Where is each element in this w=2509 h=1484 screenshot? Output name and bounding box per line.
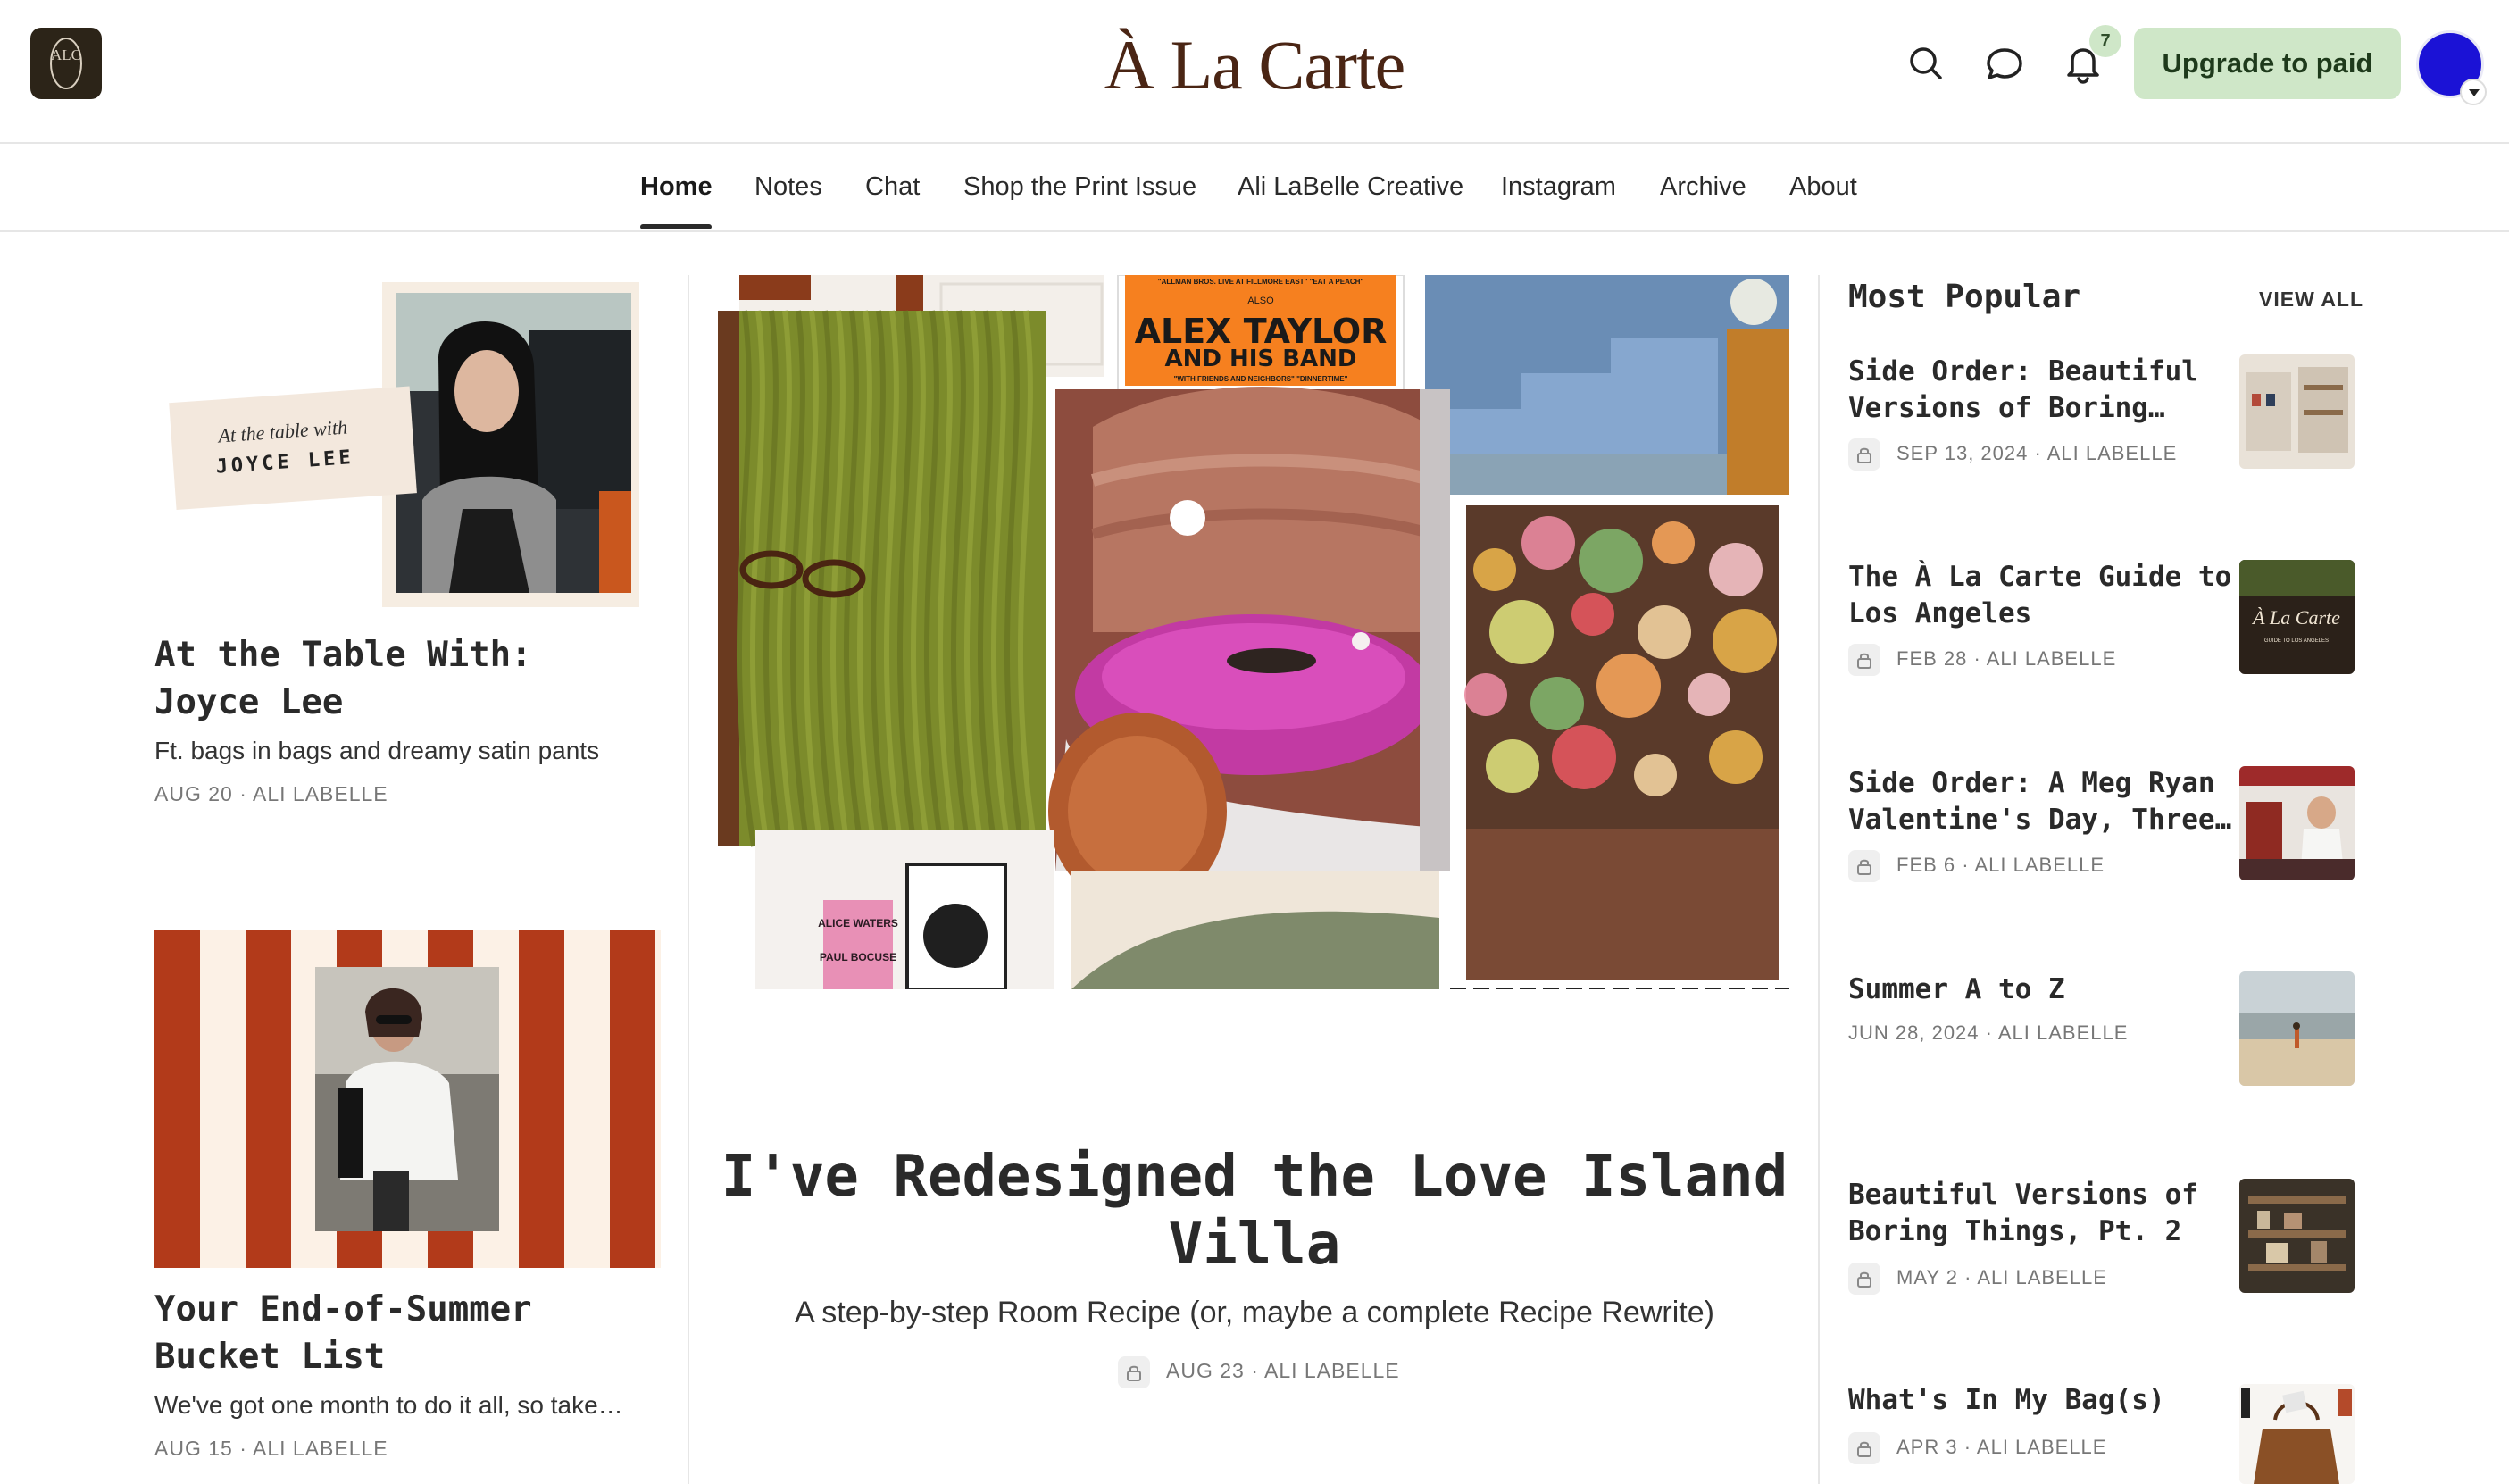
popular-post-meta-text: APR 3 · ALI LABELLE	[1896, 1436, 2107, 1458]
featured-post-subtitle: A step-by-step Room Recipe (or, maybe a …	[795, 1296, 1714, 1330]
search-icon[interactable]	[1900, 38, 1952, 89]
balloon	[1634, 754, 1677, 796]
nav-item-home[interactable]: Home	[640, 144, 713, 230]
popular-post-meta: FEB 6 · ALI LABELLE	[1848, 849, 2105, 883]
balloon	[1530, 677, 1584, 730]
popular-post-title[interactable]: What's In My Bag(s)	[1848, 1382, 2241, 1420]
view-all-link[interactable]: VIEW ALL	[2259, 288, 2363, 312]
most-popular-heading: Most Popular	[1848, 279, 2081, 315]
balloon	[1552, 725, 1616, 789]
svg-text:ALC: ALC	[51, 46, 81, 63]
balloon	[1596, 654, 1661, 718]
balloon	[1473, 548, 1516, 591]
popular-post-thumbnail[interactable]	[2239, 971, 2355, 1086]
balloon	[1652, 521, 1695, 564]
balloon	[1464, 673, 1507, 716]
balloon	[1713, 609, 1777, 673]
balloon	[1521, 516, 1575, 570]
popular-post-thumbnail[interactable]	[2239, 766, 2355, 880]
lock-icon	[1848, 438, 1880, 471]
lock-icon	[1848, 1432, 1880, 1465]
stripe	[610, 930, 655, 1268]
balloon	[1688, 673, 1730, 716]
popular-post-thumbnail[interactable]	[2239, 1179, 2355, 1293]
svg-text:PAUL BOCUSE: PAUL BOCUSE	[820, 951, 896, 963]
svg-text:"ALLMAN BROS. LIVE AT FILLMORE: "ALLMAN BROS. LIVE AT FILLMORE EAST" "EA…	[1158, 278, 1364, 286]
lock-icon	[1118, 1356, 1150, 1388]
popular-post-title[interactable]: The À La Carte Guide to Los Angeles	[1848, 559, 2241, 632]
balloon	[1709, 543, 1763, 596]
svg-text:ALICE WATERS: ALICE WATERS	[818, 917, 898, 930]
popular-post-meta: FEB 28 · ALI LABELLE	[1848, 643, 2117, 677]
popular-post-meta-text: FEB 28 · ALI LABELLE	[1896, 647, 2117, 670]
active-tab-indicator	[640, 224, 712, 229]
nav-item-chat[interactable]: Chat	[865, 144, 920, 230]
balloon	[1709, 730, 1763, 784]
post-title[interactable]: At the Table With: Joyce Lee	[154, 631, 654, 726]
svg-text:ALSO: ALSO	[1247, 296, 1274, 306]
nav-item-instagram[interactable]: Instagram	[1501, 144, 1616, 230]
nav-item-shop-print-issue[interactable]: Shop the Print Issue	[963, 144, 1196, 230]
column-divider	[688, 275, 689, 1484]
balloon	[1486, 739, 1539, 793]
post-meta: AUG 15 · ALI LABELLE	[154, 1437, 388, 1460]
popular-post-title[interactable]: Beautiful Versions of Boring Things, Pt.…	[1848, 1177, 2241, 1250]
balloon	[1489, 600, 1554, 664]
featured-post-image[interactable]: "ALLMAN BROS. LIVE AT FILLMORE EAST" "EA…	[718, 274, 1789, 991]
svg-text:À La Carte: À La Carte	[2251, 606, 2340, 629]
stripe	[246, 930, 291, 1268]
lock-icon	[1848, 1263, 1880, 1296]
post-subtitle: We've got one month to do it all, so tak…	[154, 1391, 623, 1419]
top-bar: ALC À La Carte 7 Upgrade to paid	[0, 0, 2509, 144]
nav-item-ali-labelle-creative[interactable]: Ali LaBelle Creative	[1238, 144, 1463, 230]
stripe	[519, 930, 564, 1268]
notification-badge: 7	[2089, 25, 2121, 57]
publication-logo[interactable]: ALC	[30, 28, 102, 99]
stripe	[154, 930, 200, 1268]
popular-post-title[interactable]: Summer A to Z	[1848, 971, 2241, 1009]
popular-post-title[interactable]: Side Order: A Meg Ryan Valentine's Day, …	[1848, 765, 2241, 838]
popular-post-meta-text: JUN 28, 2024 · ALI LABELLE	[1848, 1021, 2129, 1044]
popular-post-thumbnail[interactable]	[2239, 354, 2355, 469]
featured-post-title[interactable]: I've Redesigned the Love Island Villa	[714, 1143, 1795, 1279]
svg-text:GUIDE TO LOS ANGELES: GUIDE TO LOS ANGELES	[2264, 638, 2329, 644]
popular-post-thumbnail[interactable]	[2239, 1384, 2355, 1484]
logo-mark-icon: ALC	[50, 38, 82, 89]
svg-text:AND HIS BAND: AND HIS BAND	[1164, 346, 1356, 372]
popular-post-meta-text: SEP 13, 2024 · ALI LABELLE	[1896, 442, 2178, 464]
popular-post-meta: MAY 2 · ALI LABELLE	[1848, 1262, 2107, 1296]
site-title[interactable]: À La Carte	[1031, 25, 1478, 105]
popular-post-thumbnail[interactable]: À La Carte GUIDE TO LOS ANGELES	[2239, 560, 2355, 674]
popular-post-meta-text: MAY 2 · ALI LABELLE	[1896, 1266, 2107, 1288]
balloon	[1571, 593, 1614, 636]
upgrade-to-paid-button[interactable]: Upgrade to paid	[2134, 28, 2401, 99]
popular-post-meta: SEP 13, 2024 · ALI LABELLE	[1848, 438, 2178, 471]
main-navigation: Home Notes Chat Shop the Print Issue Ali…	[0, 144, 2509, 232]
post-title[interactable]: Your End-of-Summer Bucket List	[154, 1286, 672, 1380]
featured-post-meta: AUG 23 · ALI LABELLE	[1118, 1356, 1400, 1388]
nav-item-archive[interactable]: Archive	[1660, 144, 1746, 230]
balloon	[1638, 605, 1691, 659]
balloon	[1579, 529, 1643, 593]
post-subtitle: Ft. bags in bags and dreamy satin pants	[154, 737, 600, 764]
svg-text:"WITH FRIENDS AND NEIGHBORS" ": "WITH FRIENDS AND NEIGHBORS" "DINNERTIME…	[1174, 375, 1348, 383]
nav-item-notes[interactable]: Notes	[754, 144, 822, 230]
featured-post-meta-text: AUG 23 · ALI LABELLE	[1166, 1359, 1400, 1383]
popular-post-title[interactable]: Side Order: Beautiful Versions of Boring…	[1848, 354, 2241, 427]
chat-bubble-icon[interactable]	[1979, 38, 2030, 89]
lock-icon	[1848, 850, 1880, 883]
post-thumbnail-joyce-lee[interactable]: At the table with JOYCE LEE	[154, 277, 647, 607]
popular-post-meta: JUN 28, 2024 · ALI LABELLE	[1848, 1017, 2128, 1049]
nav-item-about[interactable]: About	[1789, 144, 1857, 230]
column-divider	[1818, 275, 1820, 1484]
chevron-down-icon[interactable]	[2460, 79, 2487, 105]
post-meta: AUG 20 · ALI LABELLE	[154, 782, 388, 805]
popular-post-meta-text: FEB 6 · ALI LABELLE	[1896, 854, 2105, 876]
lock-icon	[1848, 644, 1880, 677]
post-thumbnail-bucket-list[interactable]	[154, 930, 661, 1268]
popular-post-meta: APR 3 · ALI LABELLE	[1848, 1431, 2107, 1465]
